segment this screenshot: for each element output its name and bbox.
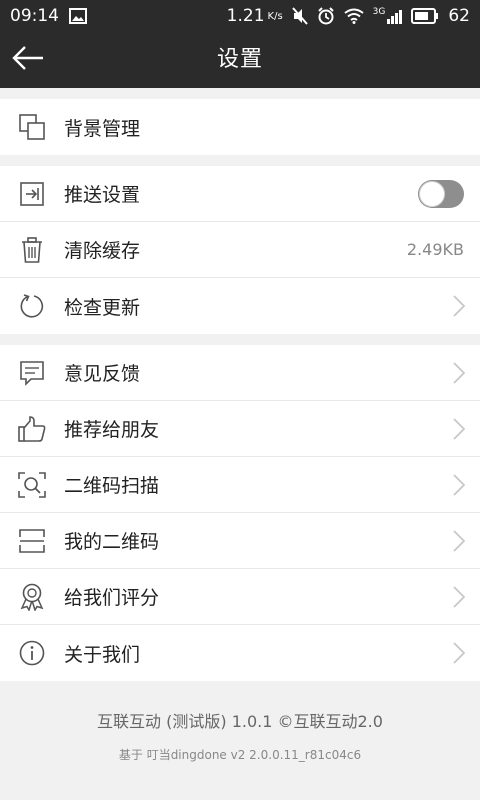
- background-icon: [0, 99, 64, 155]
- arrow-left-icon: [12, 46, 44, 74]
- setting-label: 清除缓存: [64, 240, 141, 262]
- cache-size: 2.49KB: [406, 240, 464, 259]
- image-notification-icon: [69, 8, 87, 24]
- setting-background-management[interactable]: 背景管理: [0, 99, 480, 155]
- setting-qr-scan[interactable]: 二维码扫描: [0, 457, 480, 513]
- setting-my-qrcode[interactable]: 我的二维码: [0, 513, 480, 569]
- mute-icon: [291, 7, 308, 25]
- setting-label: 推送设置: [64, 184, 141, 206]
- settings-list: 背景管理 推送设置 清除缓存 2.49KB 检查更新 意见反馈 推荐给朋友 二维…: [0, 88, 480, 681]
- setting-label: 二维码扫描: [64, 475, 160, 497]
- alarm-icon: [317, 7, 335, 25]
- section-gap: [0, 88, 480, 99]
- setting-label: 背景管理: [64, 117, 141, 140]
- push-toggle[interactable]: [418, 179, 464, 208]
- network-speed: 1.21: [226, 6, 265, 26]
- setting-check-update[interactable]: 检查更新: [0, 278, 480, 334]
- setting-label: 意见反馈: [64, 363, 141, 385]
- battery-icon: [411, 8, 439, 24]
- qrcode-icon: [0, 513, 64, 569]
- refresh-icon: [0, 278, 64, 334]
- status-bar: 09:14 1.21 K/s 3G 62: [0, 0, 480, 32]
- chevron-right-icon: [444, 457, 474, 513]
- setting-clear-cache[interactable]: 清除缓存 2.49KB: [0, 222, 480, 278]
- chevron-right-icon: [444, 278, 474, 334]
- toggle-knob: [419, 180, 445, 207]
- chevron-right-icon: [444, 625, 474, 681]
- settings-group-3: 意见反馈 推荐给朋友 二维码扫描 我的二维码 给我们评分 关于我们: [0, 345, 480, 681]
- chevron-right-icon: [444, 513, 474, 569]
- setting-rate-us[interactable]: 给我们评分: [0, 569, 480, 625]
- trash-icon: [0, 222, 64, 278]
- setting-push[interactable]: 推送设置: [0, 166, 480, 222]
- chevron-right-icon: [444, 569, 474, 625]
- app-bar: 设置: [0, 32, 480, 88]
- platform-version: 基于 叮当dingdone v2 2.0.0.11_r81c04c6: [118, 748, 362, 762]
- wifi-icon: [344, 8, 364, 24]
- setting-recommend[interactable]: 推荐给朋友: [0, 401, 480, 457]
- network-type: 3G: [372, 7, 386, 17]
- section-gap: [0, 334, 480, 345]
- status-time: 09:14: [10, 6, 59, 26]
- footer: 互联互动 (测试版) 1.0.1 ©互联互动2.0 基于 叮当dingdone …: [0, 682, 480, 800]
- page-title: 设置: [216, 47, 263, 72]
- settings-group-1: 背景管理: [0, 99, 480, 155]
- push-icon: [0, 166, 64, 222]
- setting-feedback[interactable]: 意见反馈: [0, 345, 480, 401]
- section-gap: [0, 155, 480, 166]
- chevron-right-icon: [444, 401, 474, 457]
- info-icon: [0, 625, 64, 681]
- setting-label: 检查更新: [64, 296, 141, 319]
- scan-icon: [0, 457, 64, 513]
- back-button[interactable]: [10, 42, 46, 78]
- app-version: 互联互动 (测试版) 1.0.1 ©互联互动2.0: [97, 712, 383, 731]
- setting-label: 推荐给朋友: [64, 419, 160, 441]
- battery-level: 62: [448, 6, 470, 26]
- setting-label: 我的二维码: [64, 531, 160, 553]
- setting-about-us[interactable]: 关于我们: [0, 625, 480, 681]
- settings-group-2: 推送设置 清除缓存 2.49KB 检查更新: [0, 166, 480, 334]
- award-icon: [0, 569, 64, 625]
- thumbs-up-icon: [0, 401, 64, 457]
- setting-label: 关于我们: [64, 643, 141, 666]
- network-speed-unit: K/s: [267, 10, 283, 22]
- feedback-icon: [0, 345, 64, 401]
- setting-label: 给我们评分: [64, 587, 160, 609]
- chevron-right-icon: [444, 345, 474, 401]
- signal-icon: [386, 8, 403, 24]
